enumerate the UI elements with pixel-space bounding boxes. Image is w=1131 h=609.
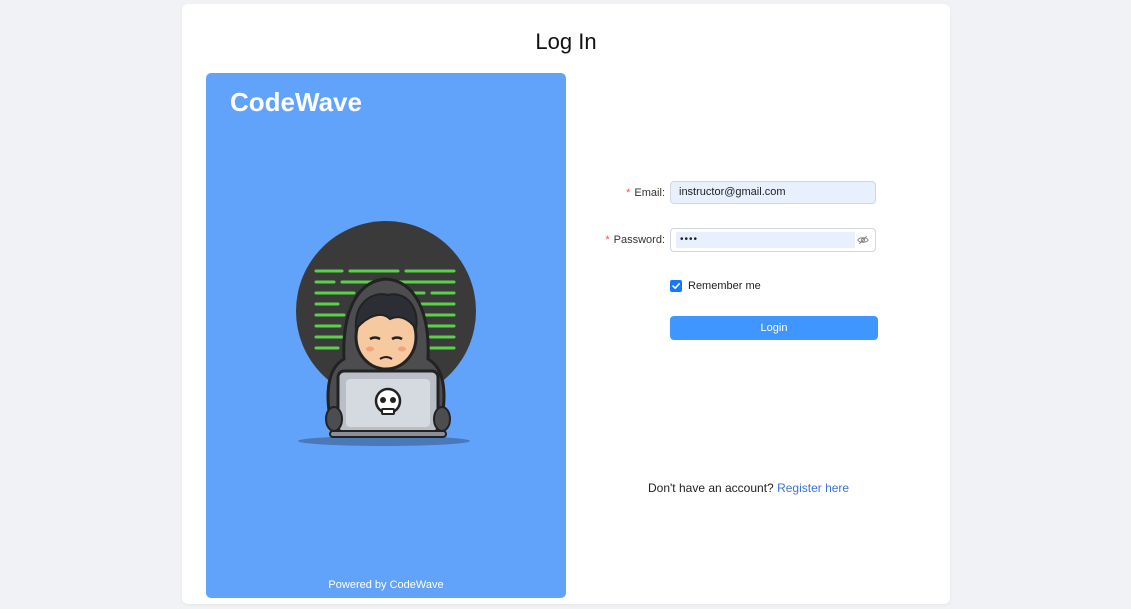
register-prompt: Don't have an account? Register here	[648, 481, 849, 495]
brand-name: CodeWave	[230, 87, 362, 117]
remember-me-checkbox[interactable]	[670, 280, 682, 292]
password-label: * Password:	[605, 234, 665, 246]
password-value[interactable]: ••••	[676, 232, 855, 248]
email-field[interactable]: instructor@gmail.com	[670, 181, 876, 204]
login-button[interactable]: Login	[670, 316, 878, 340]
hacker-illustration	[296, 221, 476, 446]
login-form: * Email: instructor@gmail.com * Password: …	[582, 4, 950, 604]
email-label-text: Email	[634, 187, 662, 199]
remember-me-label[interactable]: Remember me	[688, 280, 761, 292]
required-star: *	[605, 234, 610, 246]
email-label: * Email:	[626, 187, 665, 199]
register-prompt-text: Don't have an account?	[648, 481, 774, 495]
login-card: Log In CodeWave Powered by CodeWave * Em…	[182, 4, 950, 604]
brand-panel: CodeWave Powered by CodeWave	[206, 73, 566, 598]
password-label-text: Password	[613, 234, 662, 246]
powered-by-text: Powered by CodeWave	[328, 579, 444, 591]
eye-invisible-icon[interactable]	[857, 234, 869, 246]
register-link[interactable]: Register here	[777, 481, 849, 495]
password-field[interactable]: ••••	[670, 228, 876, 252]
required-star: *	[626, 187, 631, 199]
checkmark-icon	[672, 283, 680, 289]
